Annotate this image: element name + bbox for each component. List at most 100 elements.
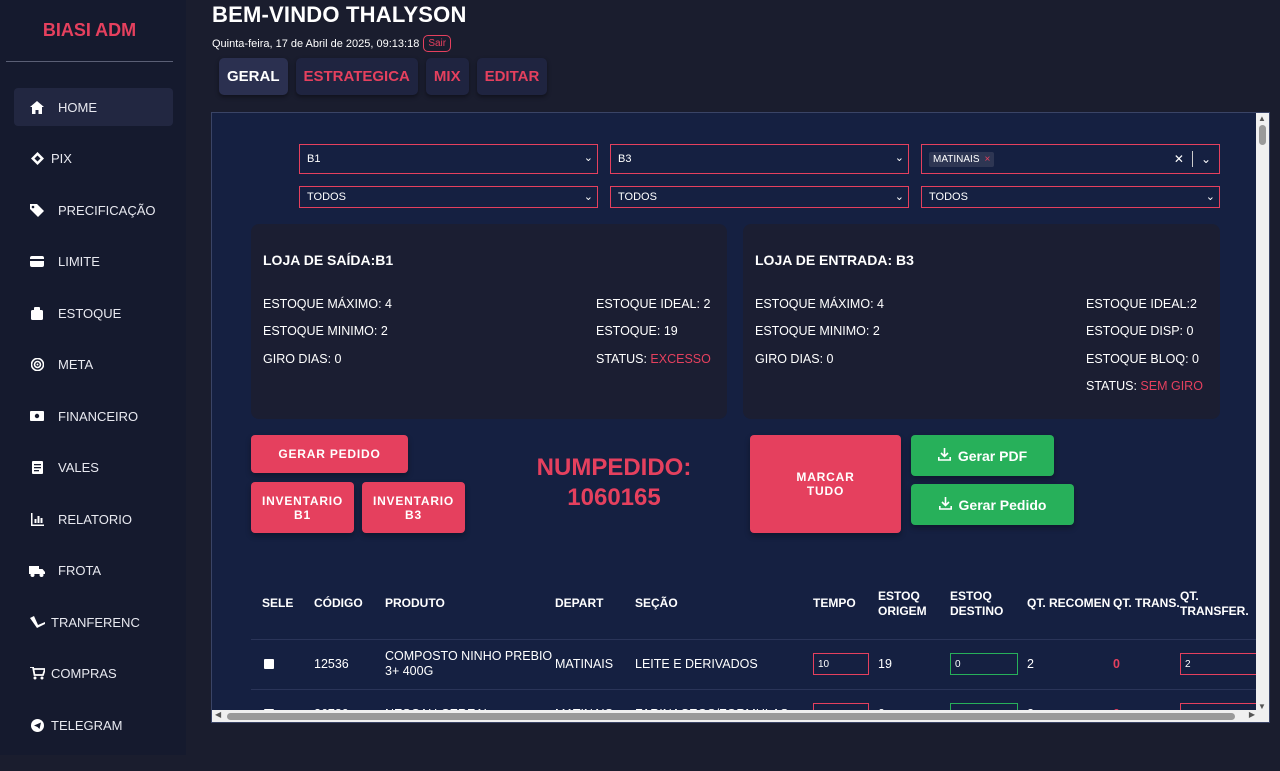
sidebar-item-frota[interactable]: FROTA <box>14 552 173 590</box>
store-in-select[interactable]: B3 ⌄ <box>610 144 909 174</box>
brand-logo: BIASI ADM <box>6 0 173 62</box>
sidebar-item-tranferenc[interactable]: TRANFERENC <box>14 603 173 641</box>
store-out-estoque: ESTOQUE: 19 <box>596 324 678 338</box>
sub-filter-1[interactable]: TODOS ⌄ <box>299 186 598 208</box>
chart-icon <box>29 511 45 527</box>
button-label: Gerar PDF <box>957 447 1028 464</box>
sidebar-item-pix[interactable]: PIX <box>14 140 173 178</box>
sidebar-item-label: PIX <box>51 151 72 166</box>
col-secao: SEÇÃO <box>635 596 678 611</box>
destino-input[interactable]: 0 <box>950 653 1018 675</box>
telegram-icon <box>29 717 45 733</box>
button-label: INVENTARIO <box>372 493 455 508</box>
vertical-scrollbar[interactable]: ▲ ▼ <box>1256 113 1269 712</box>
chevron-down-icon[interactable]: ⌄ <box>1201 152 1211 166</box>
sidebar-item-label: META <box>58 357 94 372</box>
download-icon <box>937 447 951 464</box>
tab-estrategica[interactable]: ESTRATEGICA <box>295 58 418 95</box>
sidebar-item-meta[interactable]: META <box>14 346 173 384</box>
scroll-right-icon[interactable]: ▶ <box>1249 710 1255 719</box>
sidebar-item-label: PRECIFICAÇÃO <box>58 202 156 218</box>
inventario-b1-button[interactable]: INVENTARIO B1 <box>251 482 354 533</box>
sidebar-item-relatorio[interactable]: RELATORIO <box>14 500 173 538</box>
gerar-pedido-button[interactable]: GERAR PEDIDO <box>251 435 408 473</box>
destino-cell: 0 <box>950 638 1027 689</box>
tempo-input[interactable]: 10 <box>813 653 869 675</box>
money-icon <box>29 408 45 424</box>
sub-filter-2[interactable]: TODOS ⌄ <box>610 186 909 208</box>
scroll-up-icon[interactable]: ▲ <box>1258 114 1266 123</box>
chevron-down-icon: ⌄ <box>1205 191 1215 203</box>
chip-label: MATINAIS <box>933 153 980 165</box>
sidebar-item-financeiro[interactable]: FINANCEIRO <box>14 397 173 435</box>
col-tempo: TEMPO <box>813 596 856 611</box>
store-out-ideal: ESTOQUE IDEAL: 2 <box>596 297 711 311</box>
chevron-down-icon: ⌄ <box>583 152 593 164</box>
pix-icon <box>29 151 45 167</box>
store-out-giro: GIRO DIAS: 0 <box>263 352 342 366</box>
sidebar-item-compras[interactable]: COMPRAS <box>14 655 173 693</box>
tab-bar: GERAL ESTRATEGICA MIX EDITAR <box>219 58 548 95</box>
button-label: TUDO <box>806 484 845 498</box>
row-checkbox[interactable] <box>264 659 274 669</box>
col-estoq-origem: ESTOQ ORIGEM <box>878 588 927 618</box>
cart-icon <box>29 666 45 682</box>
tempo-cell: 10 <box>813 638 878 689</box>
tab-editar[interactable]: EDITAR <box>476 58 548 95</box>
chevron-down-icon: ⌄ <box>894 191 904 203</box>
sidebar-item-estoque[interactable]: ESTOQUE <box>14 294 173 332</box>
clear-icon[interactable]: ✕ <box>1174 152 1184 166</box>
gerar-pdf-button[interactable]: Gerar PDF <box>911 435 1054 476</box>
sub-filter-3[interactable]: TODOS ⌄ <box>921 186 1220 208</box>
col-codigo: CÓDIGO <box>314 596 363 611</box>
store-out-value: B1 <box>307 153 321 165</box>
store-in-disp: ESTOQUE DISP: 0 <box>1086 324 1194 338</box>
store-in-value: B3 <box>618 153 632 165</box>
col-qt-recomen: QT. RECOMEN <box>1027 596 1111 611</box>
store-out-min: ESTOQUE MINIMO: 2 <box>263 324 388 338</box>
horizontal-scrollbar[interactable]: ◀ ▶ <box>212 710 1269 722</box>
sidebar-item-telegram[interactable]: TELEGRAM <box>14 706 173 744</box>
tab-mix[interactable]: MIX <box>425 58 469 95</box>
secao-cell: LEITE E DERIVADOS <box>635 638 813 689</box>
col-produto: PRODUTO <box>385 596 445 611</box>
button-label: Gerar Pedido <box>958 496 1047 513</box>
store-out-title: LOJA DE SAÍDA:B1 <box>263 252 394 268</box>
status-value: EXCESSO <box>650 352 711 366</box>
store-out-select[interactable]: B1 ⌄ <box>299 144 598 174</box>
chip-remove-icon[interactable]: × <box>984 154 990 165</box>
sidebar-item-limite[interactable]: LIMITE <box>14 243 173 281</box>
store-in-status: STATUS: SEM GIRO <box>1086 379 1203 393</box>
origem-cell: 19 <box>878 638 950 689</box>
col-qt-transfer: QT. TRANSFER. <box>1180 588 1249 618</box>
button-label: B1 <box>294 507 311 522</box>
depart-cell: MATINAIS <box>555 638 635 689</box>
sidebar-item-label: HOME <box>58 99 97 115</box>
page-title: BEM-VINDO THALYSON <box>212 2 467 27</box>
department-multiselect[interactable]: MATINAIS × ✕ ⌄ <box>921 144 1220 174</box>
inventario-b3-button[interactable]: INVENTARIO B3 <box>362 482 465 533</box>
tab-geral[interactable]: GERAL <box>219 58 288 95</box>
sidebar-item-home[interactable]: HOME <box>14 88 173 126</box>
sidebar-item-precificacao[interactable]: PRECIFICAÇÃO <box>14 191 173 229</box>
credit-card-icon <box>29 254 45 270</box>
produto-cell: COMPOSTO NINHO PREBIO 3+ 400G <box>385 638 555 689</box>
transfer-input[interactable]: 2 <box>1180 653 1260 675</box>
col-qt-trans: QT. TRANS. <box>1113 596 1180 611</box>
marcar-tudo-button[interactable]: MARCAR TUDO <box>750 435 901 533</box>
numpedido-label: NUMPEDIDO: <box>536 454 692 481</box>
scroll-thumb[interactable] <box>227 713 1235 720</box>
receipt-icon <box>29 460 45 476</box>
numpedido-value: 1060165 <box>567 484 661 511</box>
header-subline: Quinta-feira, 17 de Abril de 2025, 09:13… <box>212 35 452 52</box>
button-label: B3 <box>405 507 422 522</box>
store-in-card: LOJA DE ENTRADA: B3 ESTOQUE MÁXIMO: 4 ES… <box>743 224 1220 419</box>
sidebar-item-vales[interactable]: VALES <box>14 449 173 487</box>
recomen-cell: 2 <box>1027 638 1113 689</box>
col-estoq-destino: ESTOQ DESTINO <box>950 588 1004 618</box>
scroll-left-icon[interactable]: ◀ <box>215 710 221 719</box>
scroll-thumb[interactable] <box>1259 125 1266 145</box>
logout-button[interactable]: Sair <box>423 35 452 52</box>
gerar-pedido-green-button[interactable]: Gerar Pedido <box>911 484 1074 525</box>
table-row: 12536 COMPOSTO NINHO PREBIO 3+ 400G MATI… <box>251 638 1260 689</box>
